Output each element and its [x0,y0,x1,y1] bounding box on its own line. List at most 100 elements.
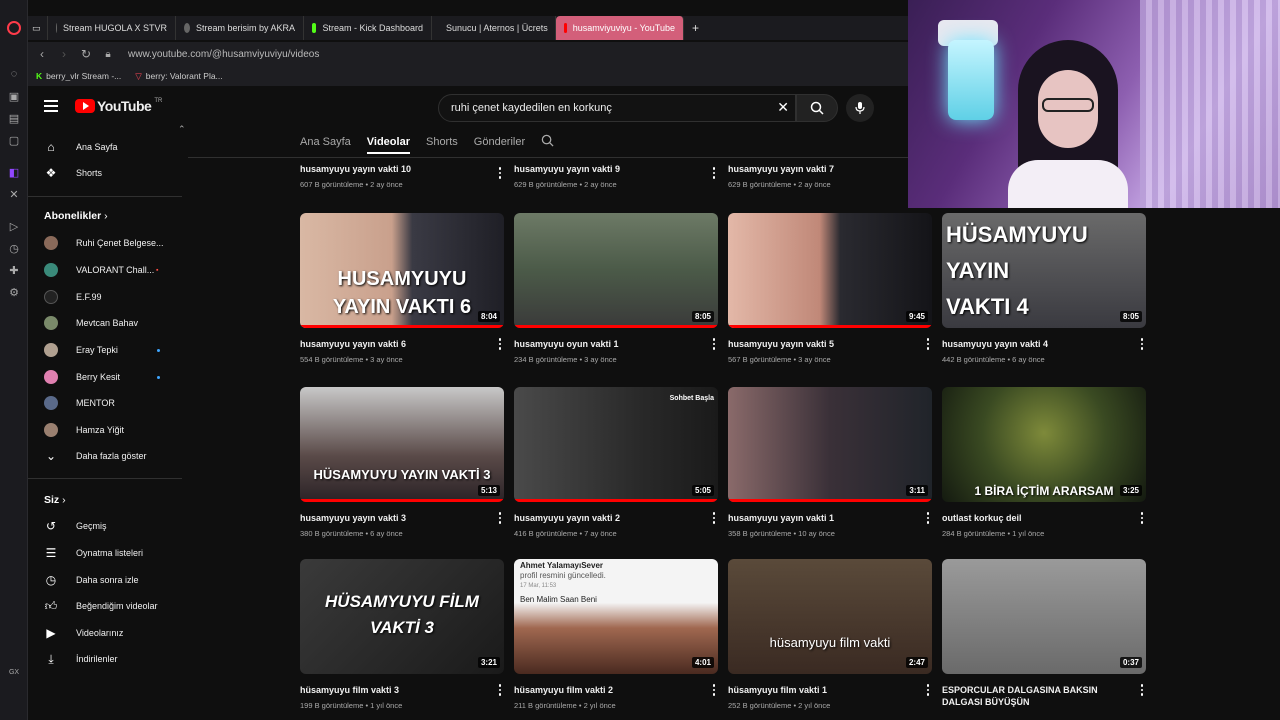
sidebar-item-watch-later[interactable]: ◷ Daha sonra izle [28,567,182,593]
tab-home[interactable]: Ana Sayfa [300,136,351,148]
video-title[interactable]: husamyuyu yayın vakti 4 [942,338,1146,350]
video-card[interactable]: HÜSAMYUYU FİLM VAKTİ 3 3:21 hüsamyuyu film… [300,559,504,710]
browser-tab-active[interactable]: husamviyuviyu - YouTube [556,16,684,40]
bookmark-item[interactable]: ▽ berry: Valorant Pla... [135,71,222,82]
browser-tab[interactable]: Stream - Kick Dashboard [304,16,432,40]
reload-icon[interactable]: ↻ [80,47,92,61]
pinboard-icon[interactable]: ▤ [6,110,22,126]
more-options-icon[interactable] [712,684,716,696]
video-card[interactable]: hüsamyuyu film vakti 2:47 hüsamyuyu film v… [728,559,932,710]
more-options-icon[interactable] [498,512,502,524]
tab-switcher-icon[interactable]: ▭ [28,16,48,40]
x-icon[interactable]: ✕ [6,186,22,202]
sidebar-item-subscription[interactable]: Hamza Yiğit [28,417,182,443]
more-options-icon[interactable] [1140,338,1144,350]
video-thumbnail[interactable]: 0:37 [942,559,1146,674]
youtube-logo[interactable]: YouTube TR [75,98,162,114]
show-more-button[interactable]: ⌄ Daha fazla göster [28,443,182,469]
video-card[interactable]: HÜSAMYUYU YAYIN VAKTİ 3 5:13 husamyuyu yay… [300,387,504,538]
history-icon[interactable]: ◷ [6,240,22,256]
video-thumbnail[interactable]: HÜSAMYUYU YAYIN VAKTI 4 8:05 [942,213,1146,328]
channel-search-icon[interactable] [541,134,554,150]
tab-posts[interactable]: Gönderiler [474,136,525,148]
more-options-icon[interactable] [926,338,930,350]
video-title[interactable]: husamyuyu yayın vakti 6 [300,338,504,350]
sidebar-item-downloads[interactable]: ⤓ İndirilenler [28,646,182,672]
video-card[interactable]: 0:37 ESPORCULAR DALGASINA BAKSIN DALGASI … [942,559,1146,713]
subscriptions-heading[interactable]: Abonelikler › [44,210,108,222]
sidebar-item-history[interactable]: ↺ Geçmiş [28,513,182,539]
voice-search-button[interactable] [846,94,874,122]
search-input[interactable]: ruhi çenet kaydedilen en korkunç ✕ [438,94,796,122]
browser-tab[interactable]: Stream berisim by AKRA [176,16,304,40]
video-card[interactable]: husamyuyu yayın vakti 9 629 B görüntülem… [514,153,718,189]
video-thumbnail[interactable]: 9:45 [728,213,932,328]
video-thumbnail[interactable]: HUSAMYUYU YAYIN VAKTI 6 8:04 [300,213,504,328]
back-icon[interactable]: ‹ [36,47,48,61]
video-title[interactable]: outlast korkuç deil [942,512,1146,524]
more-options-icon[interactable] [498,167,502,179]
aria-icon[interactable]: ◌ [6,66,22,82]
video-title[interactable]: husamyuyu yayın vakti 2 [514,512,718,524]
video-thumbnail[interactable]: 8:05 [514,213,718,328]
video-card[interactable]: Ahmet YalamayıSever profil resmini güncel… [514,559,718,710]
player-icon[interactable]: ▷ [6,218,22,234]
new-tab-button[interactable]: + [684,16,707,40]
workspaces-icon[interactable]: ▣ [6,88,22,104]
sidebar-item-subscription[interactable]: E.F.99 [28,284,182,310]
sidebar-item-subscription[interactable]: Mevtcan Bahav [28,310,182,336]
video-thumbnail[interactable]: Ahmet YalamayıSever profil resmini güncel… [514,559,718,674]
sidebar-item-subscription[interactable]: VALORANT Chall... ▪ [28,257,182,283]
twitch-icon[interactable]: ◧ [6,164,22,180]
search-button[interactable] [796,94,838,122]
video-card[interactable]: 1 BİRA İÇTİM ARARSAM 3:25 outlast korkuç d… [942,387,1146,538]
video-title[interactable]: hüsamyuyu film vakti 3 [300,684,504,696]
tab-videos[interactable]: Videolar [366,136,411,154]
more-options-icon[interactable] [712,512,716,524]
url-field[interactable]: www.youtube.com/@husamviyuviyu/videos [128,49,319,60]
video-thumbnail[interactable]: HÜSAMYUYU FİLM VAKTİ 3 3:21 [300,559,504,674]
video-card[interactable]: Sohbet Başla 5:05 husamyuyu yayın vakti 2 4… [514,387,718,538]
video-card[interactable]: 8:05 husamyuyu oyun vakti 1 234 B görüntül… [514,213,718,364]
sidebar-item-shorts[interactable]: ❖ Shorts [28,160,182,186]
more-options-icon[interactable] [498,338,502,350]
video-thumbnail[interactable]: hüsamyuyu film vakti 2:47 [728,559,932,674]
opera-logo-icon[interactable] [6,20,22,36]
sidebar-item-your-videos[interactable]: ▶ Videolarınız [28,620,182,646]
messenger-icon[interactable]: ▢ [6,132,22,148]
video-card[interactable]: 9:45 husamyuyu yayın vakti 5 567 B görüntü… [728,213,932,364]
sidebar-item-playlists[interactable]: ☰ Oynatma listeleri [28,540,182,566]
video-title[interactable]: husamyuyu oyun vakti 1 [514,338,718,350]
forward-icon[interactable]: › [58,47,70,61]
more-options-icon[interactable] [926,684,930,696]
video-thumbnail[interactable]: 1 BİRA İÇTİM ARARSAM 3:25 [942,387,1146,502]
extensions-icon[interactable]: ✚ [6,262,22,278]
you-heading[interactable]: Siz › [44,494,66,506]
more-options-icon[interactable] [926,512,930,524]
sidebar-item-home[interactable]: ⌂ Ana Sayfa [28,134,182,160]
more-options-icon[interactable] [1140,684,1144,696]
video-title[interactable]: ESPORCULAR DALGASINA BAKSIN DALGASI BÜYÜ… [942,684,1146,708]
sidebar-item-subscription[interactable]: Berry Kesit [28,364,182,390]
more-options-icon[interactable] [1140,512,1144,524]
more-options-icon[interactable] [498,684,502,696]
menu-icon[interactable] [44,100,58,112]
video-thumbnail[interactable]: 3:11 [728,387,932,502]
sidebar-item-subscription[interactable]: Ruhi Çenet Belgese... [28,230,182,256]
more-options-icon[interactable] [712,167,716,179]
video-title[interactable]: hüsamyuyu film vakti 2 [514,684,718,696]
video-card[interactable]: 3:11 husamyuyu yayın vakti 1 358 B görüntü… [728,387,932,538]
video-thumbnail[interactable]: Sohbet Başla 5:05 [514,387,718,502]
video-title[interactable]: husamyuyu yayın vakti 5 [728,338,932,350]
more-options-icon[interactable] [712,338,716,350]
video-card[interactable]: HÜSAMYUYU YAYIN VAKTI 4 8:05 husamyuyu yay… [942,213,1146,364]
tab-shorts[interactable]: Shorts [426,136,458,148]
video-card[interactable]: husamyuyu yayın vakti 7 629 B görüntülem… [728,153,932,189]
video-title[interactable]: husamyuyu yayın vakti 1 [728,512,932,524]
video-card[interactable]: husamyuyu yayın vakti 10 607 B görüntüle… [300,153,504,189]
clear-search-icon[interactable]: ✕ [777,99,789,116]
settings-icon[interactable]: ⚙ [6,284,22,300]
sidebar-item-liked[interactable]: 👍︎ Beğendiğim videolar [28,593,182,619]
video-thumbnail[interactable]: HÜSAMYUYU YAYIN VAKTİ 3 5:13 [300,387,504,502]
video-title[interactable]: husamyuyu yayın vakti 3 [300,512,504,524]
